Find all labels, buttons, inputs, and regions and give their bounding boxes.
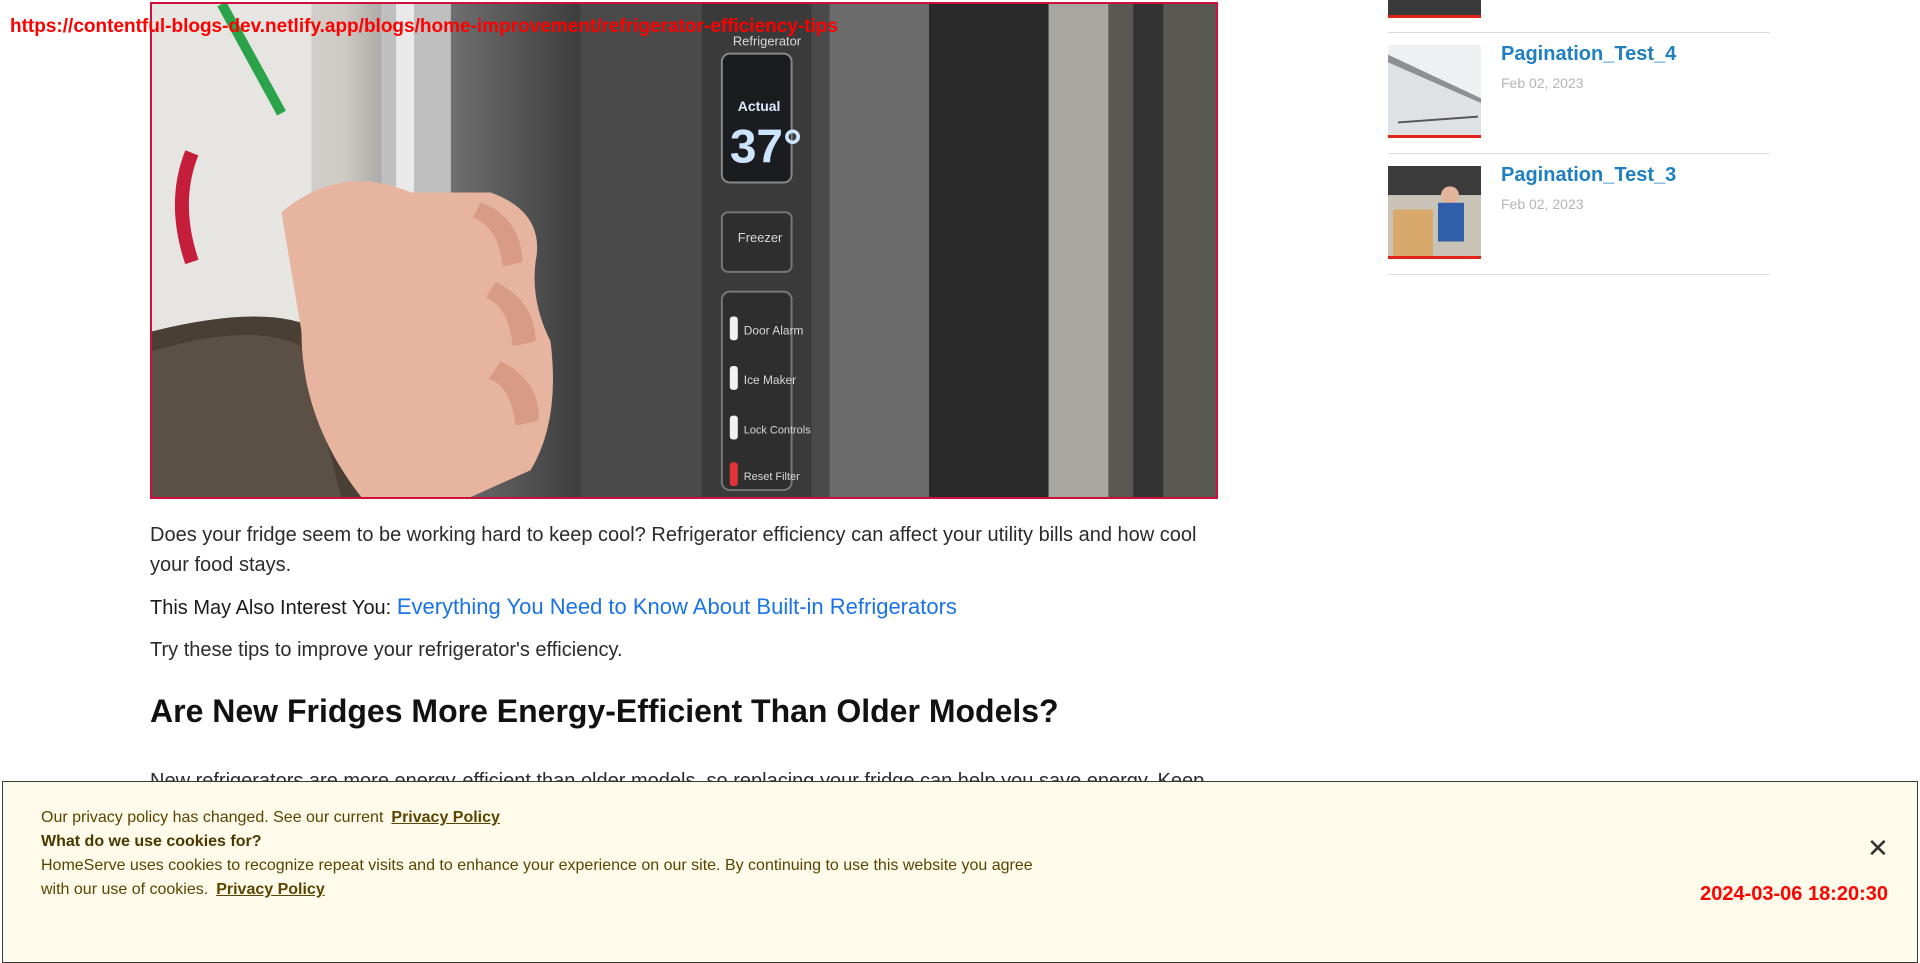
related-article-link[interactable]: Everything You Need to Know About Built-… — [397, 594, 957, 619]
panel-ice-maker-label: Ice Maker — [744, 373, 796, 387]
post-thumbnail[interactable] — [1388, 166, 1481, 259]
post-thumbnail[interactable] — [1388, 0, 1481, 18]
cookie-text: Our privacy policy has changed. See our … — [41, 806, 1041, 902]
panel-door-alarm-label: Door Alarm — [744, 323, 804, 337]
tips-intro: Try these tips to improve your refrigera… — [150, 639, 623, 661]
sidebar-item-pagination-test-4[interactable]: Pagination_Test_4 Feb 02, 2023 — [1388, 33, 1770, 154]
sidebar-recent-posts: Pagination_Test_4 Feb 02, 2023 Paginatio… — [1388, 0, 1770, 275]
panel-freezer-label: Freezer — [738, 230, 783, 245]
panel-temperature: 37° — [730, 121, 802, 174]
post-date: Feb 02, 2023 — [1501, 196, 1584, 212]
hero-image: Actual 37° Refrigerator Freezer Door Ala… — [150, 2, 1218, 499]
post-date: Feb 02, 2023 — [1501, 75, 1584, 91]
cookie-heading: What do we use cookies for? — [41, 833, 262, 850]
refrigerator-photo: Actual 37° Refrigerator Freezer Door Ala… — [152, 4, 1216, 497]
panel-reset-filter-label: Reset Filter — [744, 471, 800, 483]
article-body: Does your fridge seem to be working hard… — [150, 520, 1220, 731]
cookie-body: HomeServe uses cookies to recognize repe… — [41, 857, 1033, 898]
close-icon[interactable]: ✕ — [1861, 834, 1889, 863]
panel-actual-label: Actual — [738, 98, 781, 114]
sidebar-item-partial[interactable] — [1388, 0, 1770, 33]
privacy-policy-link-2[interactable]: Privacy Policy — [216, 881, 325, 898]
intro-paragraph: Does your fridge seem to be working hard… — [150, 524, 1197, 576]
privacy-policy-link[interactable]: Privacy Policy — [391, 809, 500, 826]
url-overlay: https://contentful-blogs-dev.netlify.app… — [10, 16, 838, 37]
related-article: This May Also Interest You: Everything Y… — [150, 592, 1220, 623]
post-thumbnail[interactable] — [1388, 45, 1481, 138]
post-title-link[interactable]: Pagination_Test_3 — [1501, 164, 1676, 187]
panel-lock-label: Lock Controls — [744, 425, 811, 437]
section-heading: Are New Fridges More Energy-Efficient Th… — [150, 693, 1059, 729]
cookie-line1: Our privacy policy has changed. See our … — [41, 806, 1041, 830]
sidebar-item-pagination-test-3[interactable]: Pagination_Test_3 Feb 02, 2023 — [1388, 154, 1770, 275]
cookie-notice: Our privacy policy has changed. See our … — [41, 809, 384, 826]
interest-label: This May Also Interest You: — [150, 597, 392, 619]
post-title-link[interactable]: Pagination_Test_4 — [1501, 43, 1676, 66]
timestamp-overlay: 2024-03-06 18:20:30 — [1700, 883, 1888, 905]
cookie-banner: Our privacy policy has changed. See our … — [2, 781, 1918, 963]
